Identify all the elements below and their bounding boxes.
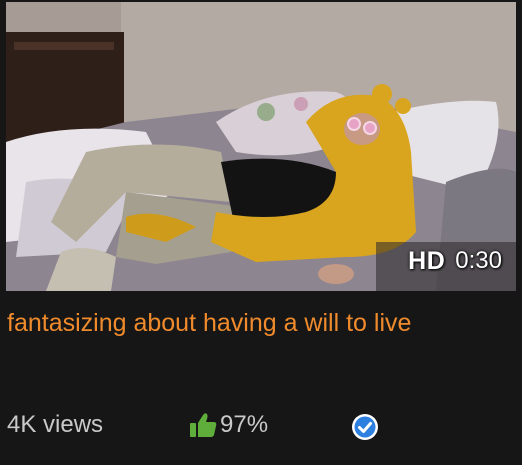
video-title[interactable]: fantasizing about having a will to live	[7, 306, 512, 340]
video-duration: 0:30	[455, 247, 502, 274]
rating-percent: 97%	[220, 411, 269, 438]
rating: 97%	[189, 410, 268, 440]
view-count: 4K views	[7, 411, 104, 438]
video-card[interactable]: HD 0:30 fantasizing about having a will …	[0, 0, 522, 465]
video-badge: HD 0:30	[408, 247, 502, 275]
hd-badge: HD	[408, 247, 446, 275]
video-thumbnail[interactable]: HD 0:30	[6, 2, 516, 291]
thumbs-up-icon	[190, 413, 217, 437]
video-meta-row: 4K views 97%	[0, 405, 522, 445]
verified-checkmark-icon	[352, 414, 378, 440]
